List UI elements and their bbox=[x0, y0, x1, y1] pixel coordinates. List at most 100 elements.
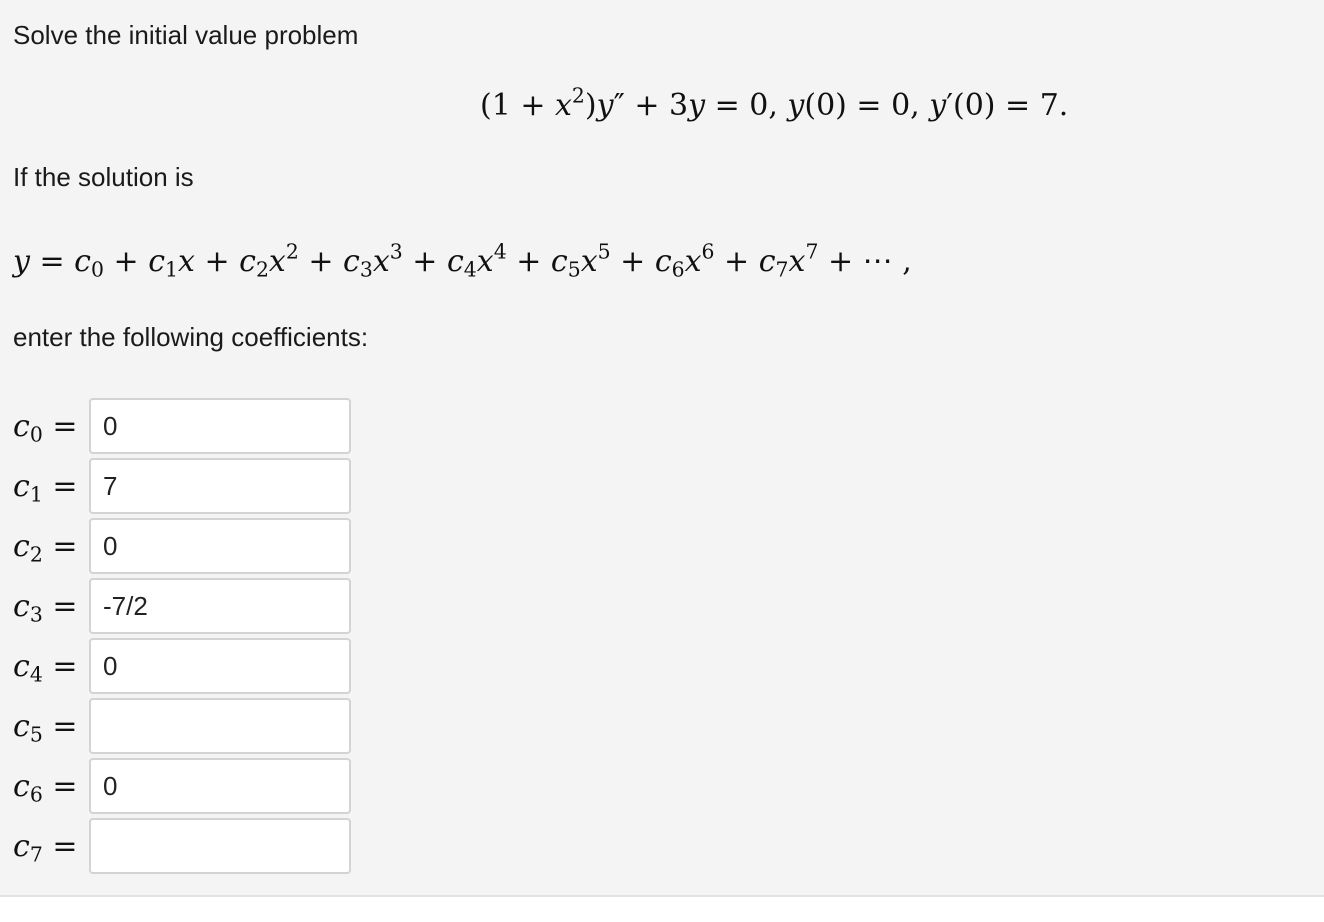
coefficient-letter: c bbox=[13, 529, 30, 564]
series-coefficient-index: 2 bbox=[255, 257, 269, 282]
series-plus: + bbox=[818, 244, 863, 279]
series-plus: + bbox=[402, 244, 447, 279]
coefficient-equals: = bbox=[42, 829, 78, 864]
series-plus: + bbox=[103, 244, 149, 279]
coefficient-row-c7: c7 = bbox=[0, 817, 380, 877]
series-term-0: c0 bbox=[74, 244, 104, 282]
series-power: 2 bbox=[285, 239, 299, 264]
ode-second-derivative-mark: ″ bbox=[613, 88, 625, 123]
coefficient-label: c2 = bbox=[13, 527, 85, 567]
series-coefficient-index: 4 bbox=[463, 257, 477, 282]
series-trailing-comma: , bbox=[892, 244, 912, 279]
series-coefficient-index: 1 bbox=[165, 257, 178, 282]
ode-lhs-open: (1 + bbox=[480, 88, 555, 123]
series-plus: + bbox=[610, 244, 655, 279]
series-variable-x: x bbox=[268, 244, 286, 279]
coefficient-input-c1[interactable] bbox=[89, 458, 351, 514]
coefficient-equals: = bbox=[42, 769, 78, 804]
coefficient-index: 2 bbox=[29, 542, 43, 567]
coefficient-label: c7 = bbox=[13, 827, 85, 867]
coefficient-input-c6[interactable] bbox=[89, 758, 351, 814]
coefficient-label: c1 = bbox=[13, 467, 85, 507]
coefficient-equals: = bbox=[42, 469, 78, 504]
coefficient-letter: c bbox=[13, 769, 30, 804]
problem-intro-text: Solve the initial value problem bbox=[13, 20, 359, 50]
series-plus: + bbox=[506, 244, 551, 279]
coefficient-input-c4[interactable] bbox=[89, 638, 351, 694]
series-term-5: c5x5 bbox=[551, 241, 611, 282]
series-variable-x: x bbox=[177, 244, 195, 279]
initial-condition-2: (0) = 7. bbox=[953, 88, 1069, 123]
series-coefficient-letter: c bbox=[74, 244, 91, 279]
coefficient-label: c3 = bbox=[13, 587, 85, 627]
coefficient-row-c0: c0 = bbox=[0, 397, 380, 457]
series-term-7: c7x7 bbox=[758, 241, 819, 282]
coefficient-row-c4: c4 = bbox=[0, 637, 380, 697]
series-coefficient-letter: c bbox=[148, 244, 165, 279]
coefficient-inputs: c0 =c1 =c2 =c3 =c4 =c5 =c6 =c7 = bbox=[0, 397, 380, 877]
series-variable-x: x bbox=[788, 244, 806, 279]
coefficient-letter: c bbox=[13, 589, 30, 624]
initial-condition-1: (0) = 0, bbox=[804, 88, 930, 123]
series-power: 6 bbox=[701, 239, 715, 264]
coefficient-equals: = bbox=[42, 649, 78, 684]
coefficient-label: c4 = bbox=[13, 647, 85, 687]
coefficient-input-c0[interactable] bbox=[89, 398, 351, 454]
power-series-equation: y = c0 + c1x + c2x2 + c3x3 + c4x4 + c5x5… bbox=[13, 241, 912, 282]
coefficient-index: 6 bbox=[29, 782, 43, 807]
solution-intro-text: If the solution is bbox=[13, 162, 194, 192]
bottom-divider bbox=[0, 895, 1324, 897]
series-term-6: c6x6 bbox=[655, 241, 715, 282]
coefficient-equals: = bbox=[42, 529, 78, 564]
series-plus: + bbox=[714, 244, 759, 279]
coefficient-index: 3 bbox=[29, 602, 43, 627]
coefficient-row-c5: c5 = bbox=[0, 697, 380, 757]
coefficient-letter: c bbox=[13, 649, 30, 684]
ode-var-y: y bbox=[596, 88, 614, 123]
coefficient-letter: c bbox=[13, 829, 30, 864]
coefficient-index: 4 bbox=[29, 662, 43, 687]
coefficient-input-c3[interactable] bbox=[89, 578, 351, 634]
coefficient-input-c7[interactable] bbox=[89, 818, 351, 874]
series-coefficient-letter: c bbox=[446, 244, 464, 279]
series-power: 7 bbox=[805, 239, 819, 264]
series-plus: + bbox=[298, 244, 344, 279]
series-ellipsis: ⋯ bbox=[862, 244, 893, 279]
coefficient-row-c3: c3 = bbox=[0, 577, 380, 637]
coefficient-label: c6 = bbox=[13, 767, 85, 807]
question-panel: Solve the initial value problem (1 + x2)… bbox=[0, 0, 1324, 895]
coefficient-equals: = bbox=[42, 709, 78, 744]
series-term-3: c3x3 bbox=[343, 241, 403, 282]
series-coefficient-index: 5 bbox=[567, 257, 581, 282]
ode-plus-3: + 3 bbox=[624, 88, 689, 123]
series-coefficient-letter: c bbox=[758, 244, 776, 279]
ode-equals-zero: = 0, bbox=[705, 88, 788, 123]
series-term-2: c2x2 bbox=[239, 241, 299, 282]
series-coefficient-index: 6 bbox=[671, 257, 685, 282]
coefficient-input-c2[interactable] bbox=[89, 518, 351, 574]
ode-var-x: x bbox=[555, 88, 572, 123]
coefficient-letter: c bbox=[13, 469, 30, 504]
coefficient-index: 0 bbox=[29, 422, 43, 447]
coefficient-input-c5[interactable] bbox=[89, 698, 351, 754]
series-term-4: c4x4 bbox=[446, 241, 507, 282]
series-coefficient-index: 0 bbox=[90, 257, 104, 282]
initial-condition-2-prime-mark: ′ bbox=[946, 88, 954, 123]
coefficient-label: c5 = bbox=[13, 707, 85, 747]
series-y: y bbox=[13, 244, 30, 279]
coefficient-index: 1 bbox=[29, 482, 43, 507]
coefficient-label: c0 = bbox=[13, 407, 85, 447]
series-power: 3 bbox=[389, 239, 403, 264]
instruction-text: enter the following coefficients: bbox=[13, 322, 369, 352]
series-coefficient-index: 3 bbox=[359, 257, 373, 282]
ode-var-y-2: y bbox=[688, 88, 706, 123]
coefficient-equals: = bbox=[42, 589, 78, 624]
series-plus: + bbox=[194, 244, 240, 279]
coefficient-index: 7 bbox=[29, 842, 43, 867]
coefficient-row-c6: c6 = bbox=[0, 757, 380, 817]
series-coefficient-index: 7 bbox=[775, 257, 789, 282]
series-variable-x: x bbox=[476, 244, 494, 279]
coefficient-letter: c bbox=[13, 709, 30, 744]
ode-close-paren: ) bbox=[584, 88, 597, 123]
series-equals: = bbox=[29, 244, 75, 279]
